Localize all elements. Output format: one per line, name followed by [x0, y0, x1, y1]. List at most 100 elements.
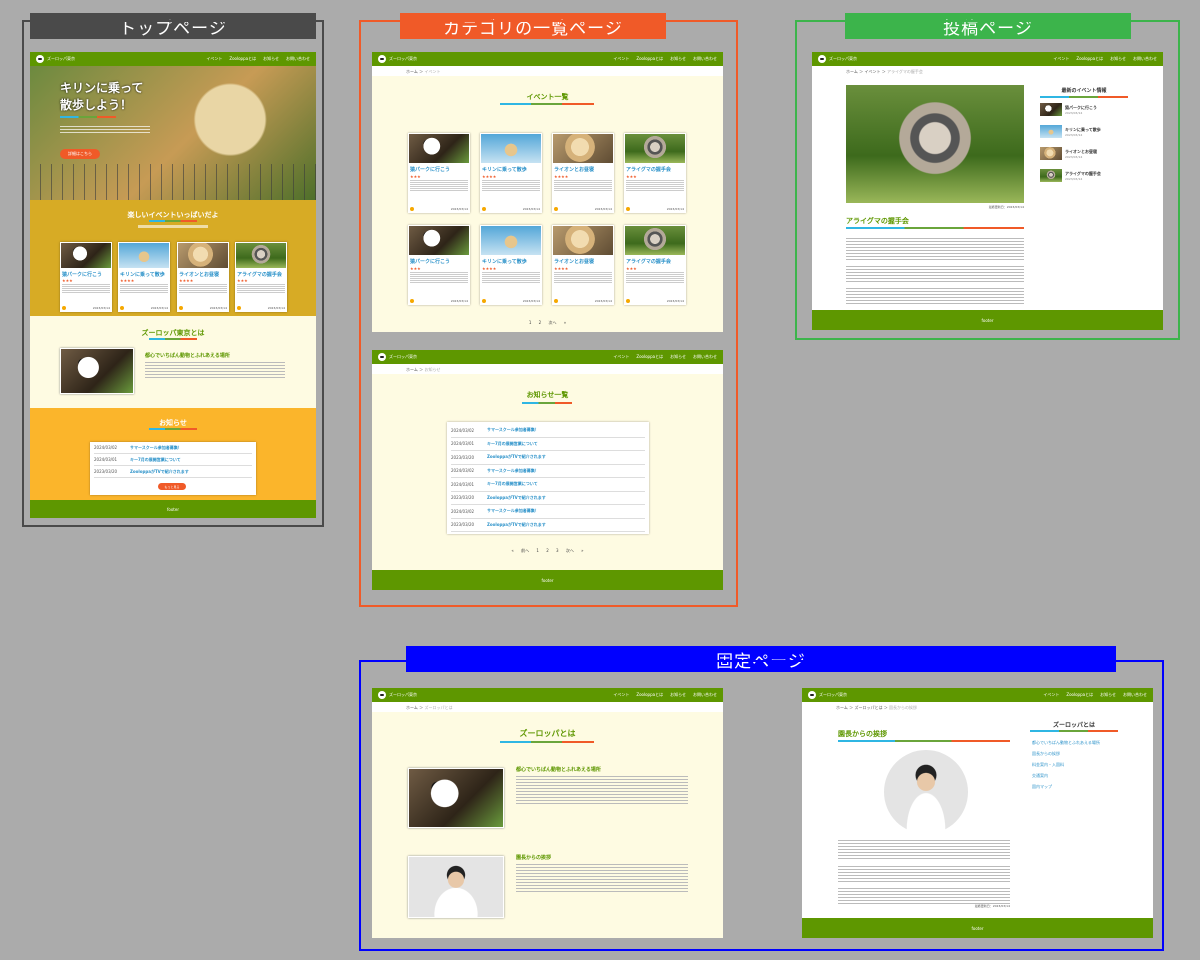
nav-about[interactable]: Zooloppaとは [1076, 56, 1103, 62]
nav-contact[interactable]: お問い合わせ [693, 692, 717, 698]
event-card[interactable]: 猿パークに行こう ★★★ 2023/03/14 [408, 133, 470, 213]
event-card[interactable]: 猿パークに行こう ★★★ 2023/03/14 [408, 225, 470, 305]
nav-news[interactable]: お知らせ [1110, 56, 1126, 62]
breadcrumb-home[interactable]: ホーム [836, 705, 848, 710]
event-card[interactable]: キリンに乗って散歩 ★★★★ 2023/03/14 [480, 225, 542, 305]
breadcrumb-mid[interactable]: イベント [864, 69, 880, 74]
news-title[interactable]: ZooloppaがTVで紹介されます [487, 454, 546, 460]
news-date: 2024/03/01 [451, 481, 475, 487]
top-news-list: 2024/03/02 サマースクール参加者募集！ 2024/03/01 キー7月の展開… [90, 442, 256, 495]
news-row[interactable]: 2023/03/20 ZooloppaがTVで紹介されます [451, 492, 645, 505]
news-more-button[interactable]: もっと見る [158, 483, 186, 490]
event-card[interactable]: アライグマの握手会 ★★★ 2023/03/14 [624, 225, 686, 305]
news-row[interactable]: 2024/03/02 サマースクール参加者募集！ [451, 505, 645, 519]
nav-events[interactable]: イベント [1043, 692, 1059, 698]
nav-news[interactable]: お知らせ [670, 692, 686, 698]
news-title[interactable]: キー7月の展開営業について [487, 481, 538, 487]
event-card-footer: 2023/03/14 [410, 206, 468, 211]
breadcrumb-home[interactable]: ホーム [406, 705, 418, 710]
news-title[interactable]: サマースクール参加者募集！ [487, 468, 539, 474]
news-list-pagination[interactable]: « 前へ 1 2 3 次へ » [372, 548, 723, 554]
nav-about[interactable]: Zooloppaとは [636, 692, 663, 698]
nav-contact[interactable]: お問い合わせ [286, 56, 310, 62]
news-title[interactable]: サマースクール参加者募集！ [487, 508, 539, 514]
event-card[interactable]: キリンに乗って散歩 ★★★★ 2023/03/14 [480, 133, 542, 213]
event-card[interactable]: アライグマの握手会 ★★★ 2023/03/14 [624, 133, 686, 213]
site-logo-text: ズーロッパ東京 [389, 56, 417, 61]
site-logo[interactable]: ズーロッパ東京 [378, 691, 417, 699]
breadcrumb-mid[interactable]: ズーロッパとは [854, 705, 882, 710]
sidebar-link[interactable]: 園長からの挨拶 [1032, 751, 1060, 757]
breadcrumb-home[interactable]: ホーム [406, 367, 418, 372]
sidebar-event-item[interactable]: 猿パークに行こう 2023/03/14 [1040, 103, 1097, 116]
event-list-pagination[interactable]: 1 2 次へ » [372, 320, 723, 326]
sidebar-event-item[interactable]: キリンに乗って散歩 2023/03/14 [1040, 125, 1101, 138]
author-avatar [179, 305, 183, 310]
about-section1-text [516, 774, 688, 804]
nav-news[interactable]: お知らせ [1100, 692, 1116, 698]
nav-news[interactable]: お知らせ [263, 56, 279, 62]
author-avatar [120, 305, 124, 310]
news-row[interactable]: 2024/03/02 サマースクール参加者募集！ [451, 465, 645, 478]
news-title[interactable]: ZooloppaがTVで紹介されます [487, 495, 546, 501]
event-card[interactable]: ライオンとお昼寝 ★★★★ 2023/03/14 [552, 225, 614, 305]
news-title[interactable]: サマースクール参加者募集！ [130, 445, 182, 451]
nav-about[interactable]: Zooloppaとは [229, 56, 256, 62]
nav-contact[interactable]: お問い合わせ [1123, 692, 1147, 698]
nav-events[interactable]: イベント [206, 56, 222, 62]
site-logo[interactable]: ズーロッパ東京 [378, 353, 417, 361]
news-row[interactable]: 2024/03/01 キー7月の展開営業について [451, 438, 645, 451]
about-section-title: ズーロッパ東京とは [141, 329, 205, 337]
site-header: ズーロッパ東京 イベント Zooloppaとは お知らせ お問い合わせ [372, 52, 723, 66]
news-title[interactable]: ZooloppaがTVで紹介されます [487, 522, 546, 528]
nav-about[interactable]: Zooloppaとは [636, 354, 663, 360]
news-row[interactable]: 2024/03/01 キー7月の展開営業について [451, 478, 645, 492]
news-title[interactable]: キー7月の展開営業について [130, 457, 181, 463]
sidebar-link[interactable]: 料金案内・入園料 [1032, 762, 1064, 768]
site-logo[interactable]: ズーロッパ東京 [818, 55, 857, 63]
greeting-text [838, 886, 1010, 904]
event-card-title: アライグマの握手会 [626, 166, 671, 173]
breadcrumb-sep: ＞ [883, 705, 888, 710]
nav-contact[interactable]: お問い合わせ [1133, 56, 1157, 62]
news-row[interactable]: 2024/03/01 キー7月の展開営業について [94, 454, 252, 466]
breadcrumb-home[interactable]: ホーム [846, 69, 858, 74]
nav-events[interactable]: イベント [1053, 56, 1069, 62]
nav-contact[interactable]: お問い合わせ [693, 354, 717, 360]
news-row[interactable]: 2023/03/20 ZooloppaがTVで紹介されます [94, 466, 252, 478]
breadcrumb-current: ズーロッパとは [424, 705, 453, 710]
nav-events[interactable]: イベント [613, 692, 629, 698]
sidebar-event-item[interactable]: アライグマの握手会 2023/03/14 [1040, 169, 1101, 182]
event-card[interactable]: アライグマの握手会 ★★★ 2023/03/14 [235, 242, 287, 312]
nav-about[interactable]: Zooloppaとは [636, 56, 663, 62]
event-card[interactable]: キリンに乗って散歩 ★★★★ 2023/03/14 [118, 242, 170, 312]
sidebar-link[interactable]: 都心でいちばん動物とふれあえる場所 [1032, 740, 1100, 746]
news-title[interactable]: ZooloppaがTVで紹介されます [130, 469, 189, 475]
sidebar-link[interactable]: 交通案内 [1032, 773, 1048, 779]
hero-button[interactable]: 詳細はこちら [60, 149, 100, 159]
nav-events[interactable]: イベント [613, 354, 629, 360]
breadcrumb-sep: ＞ [419, 367, 424, 372]
news-title[interactable]: キー7月の展開営業について [487, 441, 538, 447]
news-row[interactable]: 2024/03/02 サマースクール参加者募集！ [451, 424, 645, 438]
event-card-title: 猿パークに行こう [410, 258, 451, 265]
breadcrumb-home[interactable]: ホーム [406, 69, 418, 74]
sidebar-event-item[interactable]: ライオンとお昼寝 2023/03/14 [1040, 147, 1097, 160]
news-title[interactable]: サマースクール参加者募集！ [487, 427, 539, 433]
event-card[interactable]: 猿パークに行こう ★★★ 2023/03/14 [60, 242, 112, 312]
event-card-title: 猿パークに行こう [410, 166, 451, 173]
nav-events[interactable]: イベント [613, 56, 629, 62]
nav-news[interactable]: お知らせ [670, 56, 686, 62]
site-logo[interactable]: ズーロッパ東京 [36, 55, 75, 63]
site-logo[interactable]: ズーロッパ東京 [808, 691, 847, 699]
nav-contact[interactable]: お問い合わせ [693, 56, 717, 62]
news-row[interactable]: 2023/03/20 ZooloppaがTVで紹介されます [451, 451, 645, 465]
event-card[interactable]: ライオンとお昼寝 ★★★★ 2023/03/14 [552, 133, 614, 213]
nav-news[interactable]: お知らせ [670, 354, 686, 360]
news-row[interactable]: 2024/03/02 サマースクール参加者募集！ [94, 442, 252, 454]
sidebar-link[interactable]: 園内マップ [1032, 784, 1052, 790]
site-logo[interactable]: ズーロッパ東京 [378, 55, 417, 63]
event-card[interactable]: ライオンとお昼寝 ★★★★ 2023/03/14 [177, 242, 229, 312]
nav-about[interactable]: Zooloppaとは [1066, 692, 1093, 698]
news-row[interactable]: 2023/03/20 ZooloppaがTVで紹介されます [451, 519, 645, 532]
